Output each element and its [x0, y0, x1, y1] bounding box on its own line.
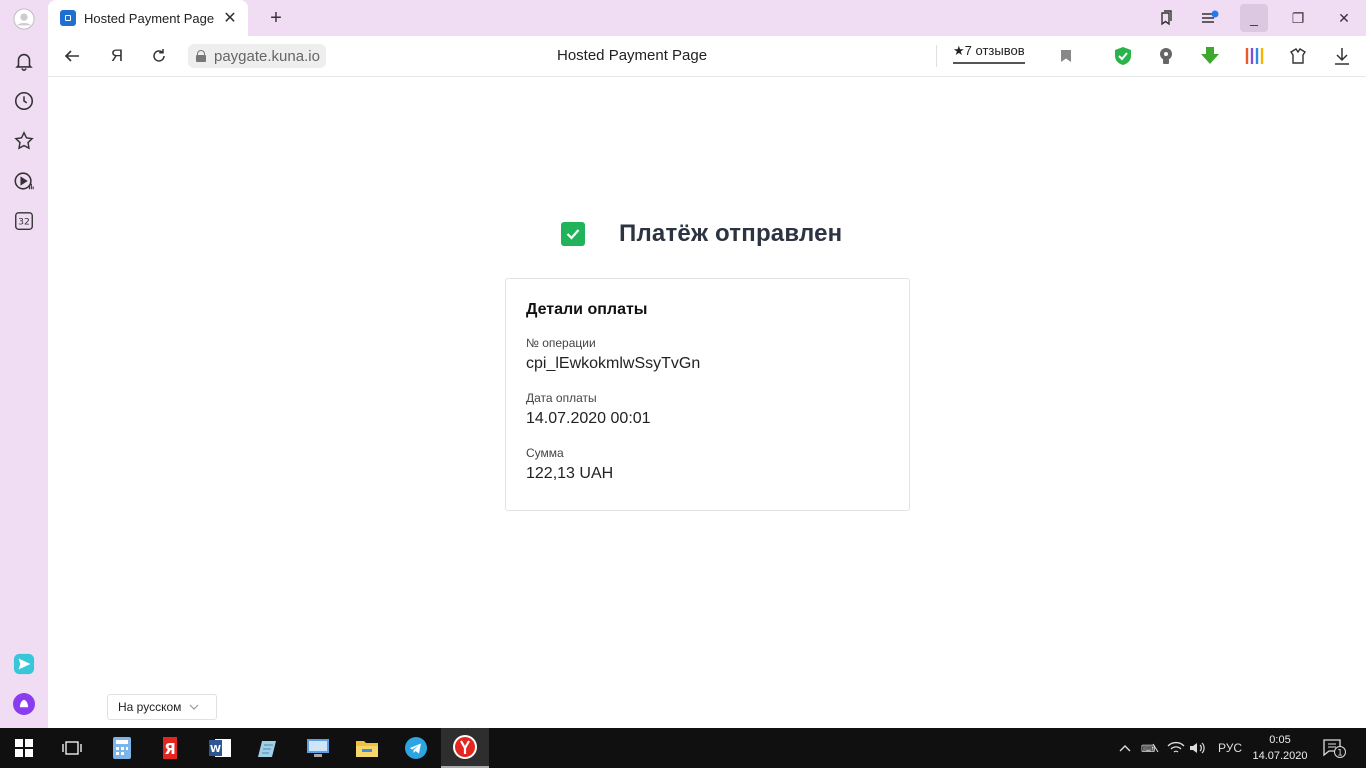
- tab-favicon-icon: [60, 10, 76, 26]
- reviews-button[interactable]: ★7 отзывов: [953, 43, 1025, 64]
- remote-desktop-app-icon[interactable]: [294, 728, 342, 768]
- page-content: Платёж отправлен Детали оплаты № операци…: [48, 77, 1366, 728]
- shopping-extension-icon[interactable]: [1286, 44, 1310, 68]
- notifications-bell-icon[interactable]: [12, 49, 36, 73]
- operation-number-value: cpi_lEwkokmlwSsyTvGn: [526, 355, 701, 372]
- field-label: № операции: [526, 336, 596, 350]
- url-field[interactable]: paygate.kuna.io: [188, 44, 326, 68]
- calculator-app-icon[interactable]: [98, 728, 146, 768]
- amount-field: Сумма 122,13 UAH: [526, 446, 889, 483]
- address-divider: [936, 45, 937, 67]
- address-page-title: Hosted Payment Page: [557, 47, 708, 64]
- profile-avatar-icon[interactable]: [12, 7, 36, 31]
- downloads-icon[interactable]: [1330, 44, 1354, 68]
- windows-taskbar: Я W ⌨ РУС 0:05 14.07.2020 1: [0, 728, 1366, 768]
- yandex-browser-app-icon[interactable]: Я: [147, 728, 195, 768]
- history-clock-icon[interactable]: [12, 89, 36, 113]
- volume-tray-icon[interactable]: [1189, 728, 1207, 768]
- card-title: Детали оплаты: [526, 301, 648, 318]
- restore-button[interactable]: ❐: [1284, 4, 1312, 32]
- alice-assistant-icon[interactable]: [12, 692, 36, 716]
- chevron-down-icon: [189, 702, 199, 713]
- messenger-app-icon[interactable]: [12, 652, 36, 676]
- clock-time: 0:05: [1269, 734, 1291, 746]
- browser-sidebar: 32: [0, 0, 48, 728]
- tabs-counter-icon[interactable]: 32: [12, 209, 36, 233]
- tab-strip: Hosted Payment Page ✕ + _ ❐ ✕: [48, 0, 1366, 36]
- payment-status: Платёж отправлен: [561, 220, 842, 248]
- equalizer-extension-icon[interactable]: [1242, 44, 1266, 68]
- payment-date-field: Дата оплаты 14.07.2020 00:01: [526, 391, 889, 428]
- tab-close-icon[interactable]: ✕: [218, 6, 242, 30]
- svg-text:⌨: ⌨: [1141, 744, 1155, 755]
- task-view-icon[interactable]: [48, 728, 96, 768]
- lightbulb-extension-icon[interactable]: [1154, 44, 1178, 68]
- yandex-browser-running-icon[interactable]: [441, 728, 489, 768]
- minimize-button[interactable]: _: [1240, 4, 1268, 32]
- svg-text:1: 1: [1337, 749, 1343, 759]
- field-label: Сумма: [526, 446, 564, 460]
- keyboard-tray-icon[interactable]: ⌨: [1141, 728, 1159, 768]
- svg-text:W: W: [210, 744, 221, 755]
- notification-center-icon[interactable]: 1: [1322, 728, 1346, 768]
- download-helper-icon[interactable]: [1198, 44, 1222, 68]
- file-explorer-app-icon[interactable]: [343, 728, 391, 768]
- menu-hamburger-icon[interactable]: [1196, 4, 1224, 32]
- payment-date-value: 14.07.2020 00:01: [526, 410, 651, 427]
- operation-number-field: № операции cpi_lEwkokmlwSsyTvGn: [526, 336, 889, 373]
- back-arrow-icon[interactable]: [60, 44, 84, 68]
- tab-hosted-payment-page[interactable]: Hosted Payment Page ✕: [48, 0, 248, 36]
- language-select[interactable]: На русском: [107, 694, 217, 720]
- svg-text:Я: Я: [164, 740, 176, 758]
- close-window-button[interactable]: ✕: [1330, 4, 1358, 32]
- success-check-icon: [561, 222, 585, 246]
- tray-overflow-chevron-icon[interactable]: [1118, 728, 1132, 768]
- yandex-home-button[interactable]: Я: [105, 44, 129, 68]
- bookmarks-star-icon[interactable]: [12, 129, 36, 153]
- start-windows-icon[interactable]: [0, 728, 48, 768]
- clock-date: 14.07.2020: [1252, 750, 1308, 762]
- lock-icon: [196, 50, 206, 62]
- notepad-app-icon[interactable]: [245, 728, 293, 768]
- status-title: Платёж отправлен: [619, 220, 843, 247]
- url-text: paygate.kuna.io: [214, 47, 320, 65]
- svg-text:32: 32: [18, 217, 30, 228]
- language-select-value: На русском: [118, 700, 182, 714]
- input-language-indicator[interactable]: РУС: [1218, 728, 1242, 768]
- taskbar-clock[interactable]: 0:05 14.07.2020: [1250, 732, 1310, 764]
- collections-icon[interactable]: [1152, 4, 1180, 32]
- payment-details-card: Детали оплаты № операции cpi_lEwkokmlwSs…: [505, 278, 910, 511]
- address-bar: Я paygate.kuna.io Hosted Payment Page ★7…: [48, 36, 1366, 77]
- wifi-tray-icon[interactable]: [1167, 728, 1185, 768]
- new-tab-button[interactable]: +: [264, 6, 288, 30]
- field-label: Дата оплаты: [526, 391, 597, 405]
- telegram-app-icon[interactable]: [392, 728, 440, 768]
- reload-icon[interactable]: [147, 44, 171, 68]
- tab-title: Hosted Payment Page: [84, 10, 215, 26]
- bookmark-flag-icon[interactable]: [1054, 44, 1078, 68]
- amount-value: 122,13 UAH: [526, 465, 614, 482]
- word-app-icon[interactable]: W: [196, 728, 244, 768]
- adblock-shield-icon[interactable]: [1111, 44, 1135, 68]
- media-play-icon[interactable]: [12, 169, 36, 193]
